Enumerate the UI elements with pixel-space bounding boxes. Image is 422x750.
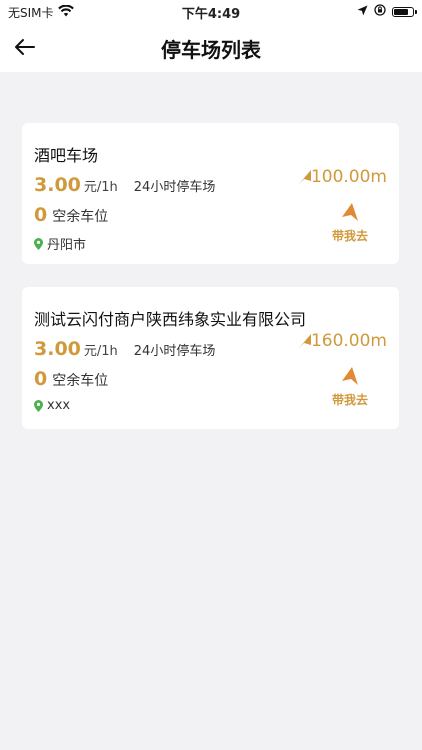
- location-arrow-icon: [357, 5, 368, 19]
- free-spaces-count: 0: [34, 368, 48, 390]
- opening-hours: 24小时停车场: [133, 180, 216, 195]
- opening-hours: 24小时停车场: [133, 344, 216, 359]
- parking-lot-card[interactable]: 测试云闪付商户陕西纬象实业有限公司 3.00 元/1h 24小时停车场 0 空余…: [22, 287, 399, 429]
- orientation-lock-icon: [374, 4, 386, 19]
- parking-lot-name: 测试云闪付商户陕西纬象实业有限公司: [34, 310, 307, 329]
- distance-value: 100.00m: [310, 167, 387, 187]
- parking-lot-name: 酒吧车场: [34, 146, 99, 165]
- navigation-arrow-icon: [298, 334, 311, 348]
- price-unit: 元/1h: [83, 180, 118, 195]
- price-unit: 元/1h: [83, 344, 118, 359]
- free-spaces-label: 空余车位: [52, 209, 109, 225]
- take-me-there-label: 带我去: [331, 393, 368, 407]
- distance-value: 160.00m: [310, 331, 387, 351]
- price-row: 3.00 元/1h 24小时停车场: [34, 338, 215, 360]
- page-title: 停车场列表: [161, 38, 261, 62]
- navigate-arrow-icon: [341, 203, 358, 221]
- free-spaces-count: 0: [34, 204, 48, 226]
- take-me-there-button[interactable]: 带我去: [332, 367, 368, 408]
- spaces-row: 0 空余车位: [34, 368, 108, 390]
- spaces-row: 0 空余车位: [34, 204, 108, 226]
- location-row: 丹阳市: [34, 234, 86, 253]
- location-pin-icon: [34, 237, 43, 250]
- free-spaces-label: 空余车位: [52, 373, 109, 389]
- distance: 160.00m: [298, 331, 387, 351]
- location-pin-icon: [34, 399, 43, 412]
- battery-icon: [392, 6, 417, 17]
- navigation-arrow-icon: [298, 170, 311, 184]
- navigate-arrow-icon: [341, 367, 358, 385]
- parking-lot-card[interactable]: 酒吧车场 3.00 元/1h 24小时停车场 0 空余车位 丹阳市 100.00…: [22, 123, 399, 264]
- take-me-there-label: 带我去: [331, 229, 368, 243]
- take-me-there-button[interactable]: 带我去: [332, 203, 368, 244]
- distance: 100.00m: [298, 167, 387, 187]
- location-text: xxx: [47, 398, 71, 413]
- location-text: 丹阳市: [47, 238, 87, 253]
- status-bar: 无SIM卡 下午4:49: [0, 0, 422, 22]
- price-value: 3.00: [34, 338, 81, 360]
- location-row: xxx: [34, 398, 70, 413]
- status-right: [357, 4, 417, 19]
- price-row: 3.00 元/1h 24小时停车场: [34, 174, 215, 196]
- price-value: 3.00: [34, 174, 81, 196]
- nav-bar: 停车场列表: [0, 22, 422, 72]
